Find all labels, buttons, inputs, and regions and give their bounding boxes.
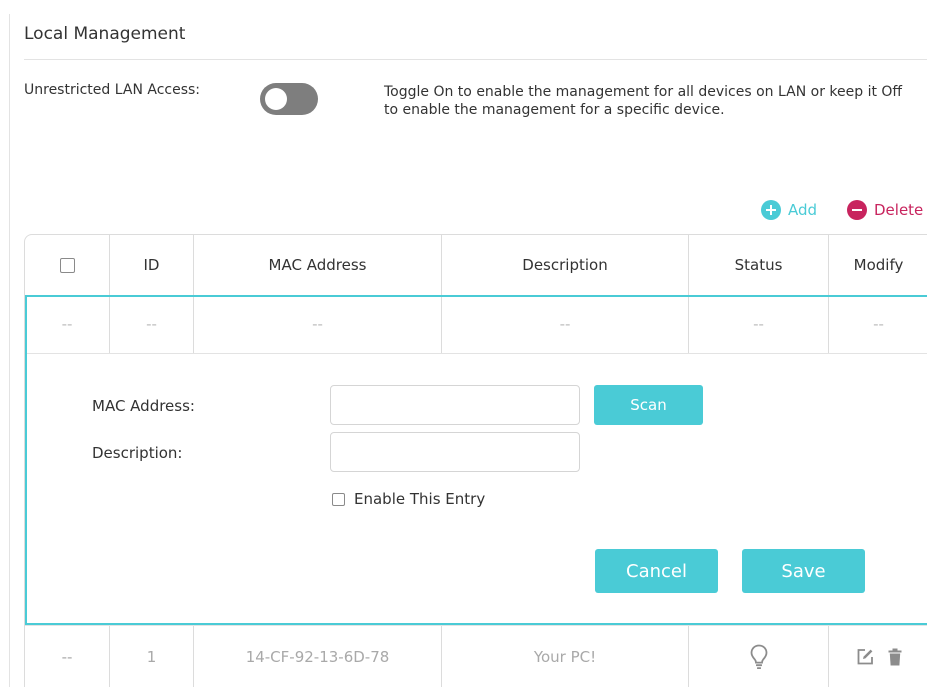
enable-entry-label: Enable This Entry: [354, 490, 486, 508]
table-cell-select: --: [25, 626, 110, 687]
table-cell-status: [689, 626, 829, 687]
header-select-all: [25, 235, 110, 295]
table-cell-mac: 14-CF-92-13-6D-78: [194, 626, 442, 687]
header-status: Status: [689, 235, 829, 295]
table-cell: --: [194, 295, 442, 353]
lan-access-help-text: Toggle On to enable the management for a…: [384, 84, 903, 118]
select-all-checkbox[interactable]: [59, 257, 75, 273]
mac-address-input[interactable]: [330, 385, 580, 425]
table-cell: --: [110, 295, 194, 353]
scan-button[interactable]: Scan: [594, 385, 703, 425]
header-id: ID: [110, 235, 194, 295]
table-cell-description: Your PC!: [442, 626, 689, 687]
table-cell: --: [442, 295, 689, 353]
plus-circle-icon: [761, 200, 781, 220]
table-cell-id: 1: [110, 626, 194, 687]
device-table: ID MAC Address Description Status Modify…: [24, 234, 927, 687]
table-header: ID MAC Address Description Status Modify: [25, 235, 927, 295]
lan-access-toggle[interactable]: [260, 83, 318, 115]
enable-entry-checkbox[interactable]: [332, 492, 345, 506]
table-cell: --: [25, 295, 110, 353]
lightbulb-icon[interactable]: [750, 644, 768, 670]
editor-divider: [25, 353, 927, 354]
toggle-knob: [265, 88, 287, 110]
add-button[interactable]: Add: [761, 200, 817, 220]
table-cell: --: [689, 295, 829, 353]
lan-access-label: Unrestricted LAN Access:: [24, 82, 201, 98]
panel-left-border: [9, 14, 10, 687]
minus-circle-icon: [847, 200, 867, 220]
table-cell-modify: [829, 626, 927, 687]
header-modify: Modify: [853, 256, 904, 274]
table-cell: --: [873, 315, 884, 333]
delete-label: Delete: [874, 201, 924, 219]
mac-address-label: MAC Address:: [92, 397, 195, 415]
add-label: Add: [788, 201, 818, 219]
header-description: Description: [442, 235, 689, 295]
header-mac-address: MAC Address: [194, 235, 442, 295]
cancel-button[interactable]: Cancel: [595, 549, 718, 593]
title-divider: [24, 59, 927, 60]
description-label: Description:: [92, 444, 183, 462]
edit-icon[interactable]: [856, 648, 874, 666]
description-input[interactable]: [330, 432, 580, 472]
table-row: -- 1 14-CF-92-13-6D-78 Your PC!: [25, 625, 927, 687]
enable-entry-option[interactable]: Enable This Entry: [332, 490, 485, 508]
trash-icon[interactable]: [888, 648, 902, 666]
save-button[interactable]: Save: [742, 549, 865, 593]
delete-button[interactable]: Delete: [847, 200, 923, 220]
section-title: Local Management: [24, 24, 186, 44]
table-row-placeholder: -- -- -- -- -- --: [25, 295, 927, 353]
